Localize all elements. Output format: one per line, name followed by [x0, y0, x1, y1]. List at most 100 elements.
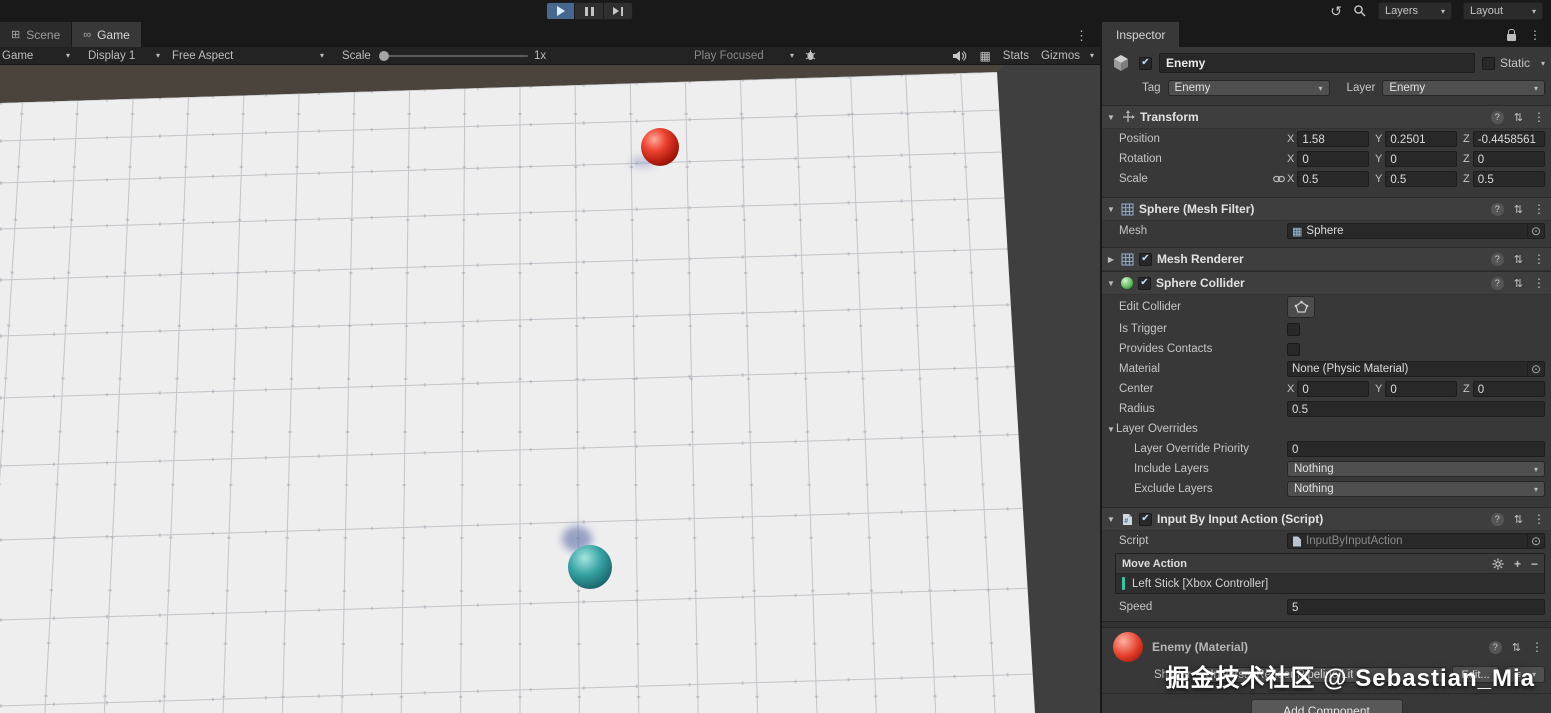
- speed-field[interactable]: 5: [1287, 599, 1545, 615]
- layers-dropdown[interactable]: Layers ▾: [1378, 2, 1452, 20]
- scale-x-field[interactable]: 0.5: [1297, 171, 1369, 187]
- object-picker-icon[interactable]: ⊙: [1526, 224, 1544, 238]
- kebab-menu-icon[interactable]: ⋮: [1533, 110, 1545, 124]
- tag-dropdown[interactable]: Enemy ▾: [1167, 80, 1330, 96]
- binding-label: Left Stick [Xbox Controller]: [1132, 577, 1269, 590]
- foldout-open-icon[interactable]: ▼: [1106, 515, 1116, 524]
- center-z-field[interactable]: 0: [1472, 381, 1545, 397]
- foldout-open-icon[interactable]: ▼: [1106, 425, 1116, 434]
- display-dropdown[interactable]: Display 1 ▾: [88, 47, 160, 64]
- transform-header[interactable]: ▼ Transform ? ⇅ ⋮: [1102, 105, 1551, 129]
- radius-field[interactable]: 0.5: [1287, 401, 1545, 417]
- mesh-filter-header[interactable]: ▼ Sphere (Mesh Filter) ? ⇅ ⋮: [1102, 197, 1551, 221]
- radius-label: Radius: [1119, 403, 1155, 415]
- position-x-field[interactable]: 1.58: [1297, 131, 1369, 147]
- scale-slider-knob[interactable]: [379, 51, 389, 61]
- game-target-dropdown[interactable]: Game ▾: [2, 47, 70, 64]
- center-x-field[interactable]: 0: [1297, 381, 1369, 397]
- presets-icon[interactable]: ⇅: [1514, 203, 1523, 216]
- presets-icon[interactable]: ⇅: [1512, 641, 1521, 654]
- kebab-menu-icon[interactable]: ⋮: [1533, 276, 1545, 290]
- pane-menu-icon[interactable]: ⋮: [1075, 28, 1088, 44]
- rotation-y-field[interactable]: 0: [1385, 151, 1457, 167]
- game-view-toolbar: Game ▾ Display 1 ▾ Free Aspect ▾ Scale 1x P…: [0, 47, 1100, 65]
- physic-material-object-field[interactable]: None (Physic Material) ⊙: [1287, 361, 1545, 377]
- help-icon[interactable]: ?: [1490, 252, 1504, 266]
- gear-icon[interactable]: [1492, 558, 1504, 570]
- kebab-menu-icon[interactable]: ⋮: [1531, 640, 1543, 654]
- stats-button[interactable]: Stats: [1003, 50, 1029, 62]
- binding-row[interactable]: Left Stick [Xbox Controller]: [1116, 573, 1544, 593]
- object-picker-icon[interactable]: ⊙: [1526, 534, 1544, 548]
- scale-z-field[interactable]: 0.5: [1472, 171, 1545, 187]
- presets-icon[interactable]: ⇅: [1514, 277, 1523, 290]
- help-icon[interactable]: ?: [1490, 110, 1504, 124]
- object-picker-icon[interactable]: ⊙: [1526, 362, 1544, 376]
- edit-collider-button[interactable]: [1287, 296, 1315, 318]
- center-y-field[interactable]: 0: [1385, 381, 1457, 397]
- tab-scene[interactable]: ⊞ Scene: [0, 22, 73, 47]
- component-enabled-checkbox[interactable]: ✔: [1138, 276, 1151, 290]
- exclude-layers-dropdown[interactable]: Nothing ▾: [1287, 481, 1545, 497]
- layout-dropdown[interactable]: Layout ▾: [1463, 2, 1543, 20]
- add-component-button[interactable]: Add Component: [1250, 699, 1403, 713]
- mesh-renderer-header[interactable]: ▶ ✔ Mesh Renderer ? ⇅ ⋮: [1102, 247, 1551, 271]
- metrics-icon[interactable]: ▦: [979, 49, 990, 63]
- gizmos-dropdown[interactable]: Gizmos ▾: [1041, 50, 1094, 62]
- mesh-object-field[interactable]: ▦ Sphere ⊙: [1287, 223, 1545, 239]
- rotation-z-field[interactable]: 0: [1472, 151, 1545, 167]
- help-icon[interactable]: ?: [1490, 276, 1504, 290]
- mute-audio-icon[interactable]: [952, 50, 967, 62]
- add-binding-icon[interactable]: +: [1514, 557, 1521, 571]
- tab-inspector[interactable]: Inspector: [1102, 22, 1180, 47]
- rotation-x-field[interactable]: 0: [1297, 151, 1369, 167]
- step-button[interactable]: [604, 2, 633, 20]
- kebab-menu-icon[interactable]: ⋮: [1533, 202, 1545, 216]
- component-enabled-checkbox[interactable]: ✔: [1139, 512, 1152, 526]
- position-z-field[interactable]: -0.4458561: [1472, 131, 1545, 147]
- material-preview-sphere[interactable]: [1113, 632, 1143, 662]
- foldout-open-icon[interactable]: ▼: [1106, 205, 1116, 214]
- scale-y-field[interactable]: 0.5: [1385, 171, 1457, 187]
- help-icon[interactable]: ?: [1490, 512, 1504, 526]
- script-object-field[interactable]: InputByInputAction ⊙: [1287, 533, 1545, 549]
- static-checkbox[interactable]: [1481, 56, 1495, 70]
- sphere-collider-header[interactable]: ▼ ✔ Sphere Collider ? ⇅ ⋮: [1102, 271, 1551, 295]
- foldout-open-icon[interactable]: ▼: [1106, 279, 1116, 288]
- layer-dropdown[interactable]: Enemy ▾: [1382, 80, 1545, 96]
- active-checkbox[interactable]: ✔: [1139, 56, 1152, 70]
- lock-icon[interactable]: [1507, 29, 1516, 41]
- layer-overrides-foldout[interactable]: ▼ Layer Overrides: [1102, 419, 1551, 439]
- pause-button[interactable]: [575, 2, 604, 20]
- constrain-proportions-link-icon[interactable]: [1273, 174, 1285, 184]
- component-enabled-checkbox[interactable]: ✔: [1139, 252, 1152, 266]
- scale-slider[interactable]: [379, 51, 528, 61]
- version-history-icon[interactable]: ↺: [1330, 4, 1342, 18]
- game-viewport[interactable]: [0, 65, 1100, 713]
- provides-contacts-checkbox[interactable]: [1287, 342, 1300, 356]
- foldout-open-icon[interactable]: ▼: [1106, 113, 1116, 122]
- tab-game[interactable]: ∞ Game: [72, 22, 141, 47]
- static-group[interactable]: Static ▾: [1481, 56, 1545, 70]
- gameobject-name-field[interactable]: Enemy: [1159, 53, 1475, 73]
- debug-bug-icon[interactable]: [804, 47, 817, 64]
- presets-icon[interactable]: ⇅: [1514, 253, 1523, 266]
- remove-binding-icon[interactable]: −: [1531, 557, 1538, 571]
- play-button[interactable]: [546, 2, 575, 20]
- inspector-menu-icon[interactable]: ⋮: [1529, 28, 1541, 42]
- help-icon[interactable]: ?: [1490, 202, 1504, 216]
- input-script-header[interactable]: ▼ # ✔ Input By Input Action (Script) ? ⇅ ⋮: [1102, 507, 1551, 531]
- search-icon[interactable]: [1353, 4, 1367, 18]
- play-focused-dropdown[interactable]: Play Focused ▾: [694, 47, 794, 64]
- presets-icon[interactable]: ⇅: [1514, 513, 1523, 526]
- kebab-menu-icon[interactable]: ⋮: [1533, 252, 1545, 266]
- presets-icon[interactable]: ⇅: [1514, 111, 1523, 124]
- is-trigger-checkbox[interactable]: [1287, 322, 1300, 336]
- kebab-menu-icon[interactable]: ⋮: [1533, 512, 1545, 526]
- layer-override-priority-field[interactable]: 0: [1287, 441, 1545, 457]
- position-y-field[interactable]: 0.2501: [1385, 131, 1457, 147]
- aspect-ratio-dropdown[interactable]: Free Aspect ▾: [172, 47, 324, 64]
- help-icon[interactable]: ?: [1488, 640, 1502, 654]
- include-layers-dropdown[interactable]: Nothing ▾: [1287, 461, 1545, 477]
- foldout-closed-icon[interactable]: ▶: [1106, 255, 1116, 264]
